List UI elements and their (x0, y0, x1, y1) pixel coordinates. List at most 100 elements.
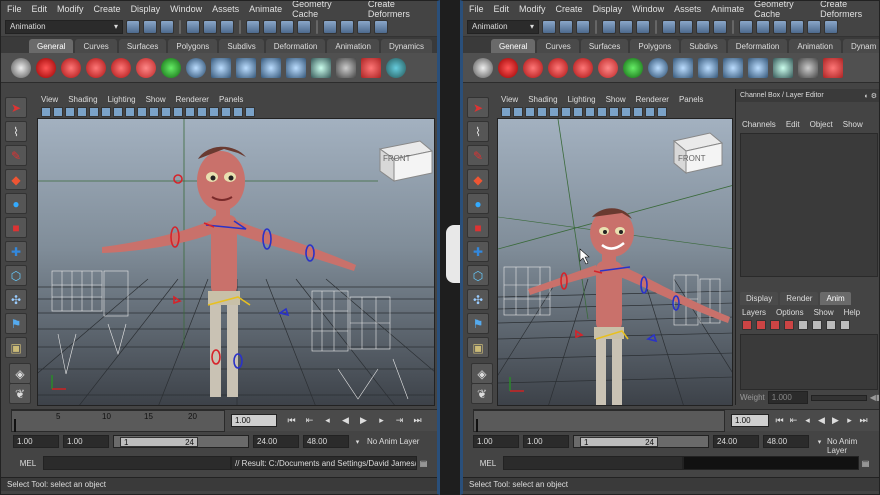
cube-layout-icon[interactable]: ▣ (5, 337, 27, 358)
anim-layer-dropdown-icon[interactable]: ▾ (351, 435, 364, 448)
resolution-gate-icon[interactable] (101, 107, 111, 117)
timeline-ticks[interactable]: 5 10 15 20 (11, 410, 225, 432)
paint-select-icon[interactable]: ✎ (5, 145, 27, 166)
bookmark-icon[interactable] (513, 107, 523, 117)
new-layer-icon[interactable] (798, 320, 808, 330)
key-weight-icon[interactable]: ◀▮ (870, 393, 879, 402)
bind-skin-icon[interactable] (136, 57, 156, 78)
scale-tool-icon[interactable]: ■ (5, 217, 27, 238)
select-tool-icon[interactable]: ➤ (5, 97, 27, 118)
resolution-gate-icon[interactable] (561, 107, 571, 117)
channel-menu-edit[interactable]: Edit (786, 120, 800, 129)
film-gate-icon[interactable] (549, 107, 559, 117)
joint-icon[interactable] (573, 57, 593, 78)
tab-dynamics[interactable]: Dynamics (380, 39, 433, 53)
ik-handle-icon[interactable] (548, 57, 568, 78)
script-editor-icon[interactable]: ▤ (859, 457, 872, 470)
hierarchy-icon-2[interactable] (236, 57, 256, 78)
tab-curves[interactable]: Curves (75, 39, 117, 53)
menu-create[interactable]: Create (556, 4, 583, 14)
menu-geometry-cache[interactable]: Geometry Cache (292, 1, 358, 19)
splitter-handle[interactable] (446, 225, 460, 283)
menu-create[interactable]: Create (94, 4, 121, 14)
soft-mod-icon[interactable]: ⬡ (467, 265, 489, 286)
safe-title-icon[interactable] (609, 107, 619, 117)
menu-assets[interactable]: Assets (674, 4, 701, 14)
render-layer-icon[interactable]: ◈ (471, 363, 493, 384)
range-slider[interactable]: 1 24 (573, 435, 709, 448)
snap-point-icon[interactable] (280, 19, 294, 34)
new-scene-icon[interactable] (542, 19, 556, 34)
constraint-icon[interactable] (61, 57, 81, 78)
weights-icon[interactable] (823, 57, 843, 78)
layer-menu-layers[interactable]: Layers (742, 308, 766, 317)
film-reel-icon[interactable] (11, 57, 31, 78)
snap-point-icon[interactable] (696, 19, 710, 34)
hierarchy-icon[interactable] (211, 57, 231, 78)
step-forward-key-icon[interactable]: ⇥ (393, 414, 406, 427)
ipr-render-icon[interactable] (773, 19, 787, 34)
smooth-shade-icon[interactable] (633, 107, 643, 117)
menu-window[interactable]: Window (632, 4, 664, 14)
move-tool-icon[interactable]: ◆ (467, 169, 489, 190)
tab-general[interactable]: General (29, 39, 74, 53)
menu-create-deformers[interactable]: Create Deformers (820, 1, 879, 19)
menu-animate[interactable]: Animate (711, 4, 744, 14)
command-input[interactable] (43, 456, 231, 470)
tab-animation[interactable]: Animation (327, 39, 379, 53)
field-chart-icon[interactable] (585, 107, 595, 117)
last-tool-icon[interactable]: ✣ (467, 289, 489, 310)
snap-surface-icon[interactable] (297, 19, 311, 34)
textured-icon[interactable] (657, 107, 667, 117)
menu-set-dropdown[interactable]: Animation ▾ (5, 19, 123, 34)
ik-handle-icon[interactable] (86, 57, 106, 78)
layer-menu-options[interactable]: Options (776, 308, 804, 317)
viewport-persp-right[interactable]: FRONT (497, 118, 733, 406)
play-backward-icon[interactable]: ◀ (815, 414, 828, 427)
joint-icon[interactable] (111, 57, 131, 78)
playback-start-field[interactable]: 1.00 (523, 435, 569, 448)
menu-file[interactable]: File (469, 4, 484, 14)
select-tool-icon[interactable]: ➤ (467, 97, 489, 118)
weights-icon[interactable] (361, 57, 381, 78)
hierarchy-icon[interactable] (673, 57, 693, 78)
rotate-tool-icon[interactable]: ● (467, 193, 489, 214)
snap-grid-icon[interactable] (662, 19, 676, 34)
panel-menu-renderer[interactable]: Renderer (636, 95, 669, 104)
menu-modify[interactable]: Modify (57, 4, 84, 14)
layer-down-icon[interactable] (840, 320, 850, 330)
scale-tool-icon[interactable]: ■ (467, 217, 489, 238)
go-to-end-icon[interactable]: ⏭ (857, 414, 870, 427)
playback-end-field[interactable]: 24.00 (713, 435, 759, 448)
play-backward-icon[interactable]: ◀ (339, 414, 352, 427)
menu-edit[interactable]: Edit (494, 4, 510, 14)
sphere-icon[interactable] (186, 57, 206, 78)
select-object-icon[interactable] (619, 19, 633, 34)
menu-edit[interactable]: Edit (32, 4, 48, 14)
wireframe-icon[interactable] (161, 107, 171, 117)
range-slider[interactable]: 1 24 (113, 435, 249, 448)
bookmark-icon[interactable] (53, 107, 63, 117)
help-icon[interactable] (498, 57, 518, 78)
panel-menu-view[interactable]: View (501, 95, 518, 104)
rotate-tool-icon[interactable]: ● (5, 193, 27, 214)
layer-list[interactable] (740, 334, 878, 390)
select-component-icon[interactable] (636, 19, 650, 34)
current-frame-field[interactable]: 1.00 (231, 414, 277, 427)
lasso-tool-icon[interactable]: ⌇ (467, 121, 489, 142)
panel-menu-panels[interactable]: Panels (219, 95, 243, 104)
time-slider[interactable]: 1.00 ⏮ ⇤ ◂ ◀ ▶ ▸ ⏭ (473, 409, 879, 432)
tab-surfaces[interactable]: Surfaces (580, 39, 629, 53)
channel-box-toggle-icon[interactable] (807, 19, 821, 34)
snap-surface-icon[interactable] (713, 19, 727, 34)
outliner-toggle-icon[interactable]: ❦ (471, 383, 493, 404)
menu-assets[interactable]: Assets (212, 4, 239, 14)
end-time-field[interactable]: 48.00 (303, 435, 349, 448)
lights-icon[interactable] (209, 107, 219, 117)
lasso-tool-icon[interactable]: ⌇ (5, 121, 27, 142)
select-component-icon[interactable] (220, 19, 234, 34)
tab-anim-layers[interactable]: Anim (820, 292, 851, 305)
go-to-start-icon[interactable]: ⏮ (773, 414, 786, 427)
timeline-ticks[interactable] (473, 410, 725, 432)
playhead[interactable] (14, 419, 16, 432)
